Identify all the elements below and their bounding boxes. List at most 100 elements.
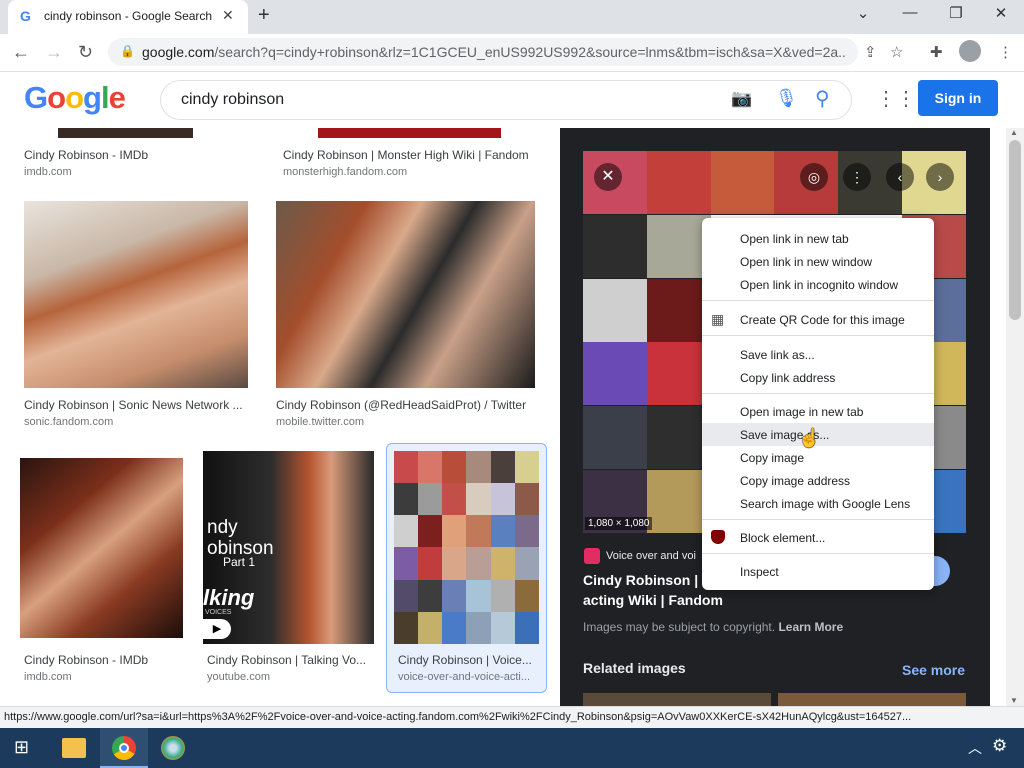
- result-thumb[interactable]: [24, 201, 248, 388]
- menu-open-link-incognito[interactable]: Open link in incognito window: [702, 273, 934, 296]
- lock-icon[interactable]: 🔒: [120, 44, 135, 58]
- bookmark-star-icon[interactable]: ☆: [890, 43, 903, 61]
- result-thumb-video[interactable]: ndy obinson Part 1 lking VOICES ▶: [203, 451, 374, 644]
- result-caption[interactable]: Cindy Robinson | Sonic News Network ...: [24, 398, 250, 412]
- menu-create-qr-code[interactable]: ▦ Create QR Code for this image: [702, 308, 934, 331]
- result-caption[interactable]: Cindy Robinson | Monster High Wiki | Fan…: [283, 148, 543, 162]
- result-card-selected[interactable]: Cindy Robinson | Voice... voice-over-and…: [386, 443, 547, 693]
- play-icon[interactable]: ▶: [203, 619, 231, 639]
- search-query[interactable]: cindy robinson: [181, 91, 284, 109]
- menu-inspect[interactable]: Inspect: [702, 560, 934, 583]
- close-window-button[interactable]: ✕: [981, 4, 1021, 28]
- result-source[interactable]: monsterhigh.fandom.com: [283, 166, 543, 178]
- kebab-menu-icon[interactable]: ⋮: [998, 43, 1013, 61]
- fandom-site-icon: [584, 548, 600, 564]
- hand-cursor-icon: ☝: [798, 428, 821, 448]
- close-preview-icon[interactable]: ✕: [594, 163, 622, 191]
- back-arrow-icon[interactable]: ←: [12, 42, 30, 63]
- result-thumb[interactable]: [276, 201, 535, 388]
- learn-more-link[interactable]: Learn More: [778, 620, 843, 634]
- close-tab-icon[interactable]: ✕: [222, 7, 234, 24]
- search-icon[interactable]: ⚲: [815, 86, 830, 111]
- result-thumb-partial[interactable]: [318, 128, 501, 138]
- menu-copy-image[interactable]: Copy image: [702, 446, 934, 469]
- menu-block-element[interactable]: Block element...: [702, 526, 934, 549]
- apps-grid-icon[interactable]: ⋮⋮: [876, 86, 916, 111]
- windows-start-icon[interactable]: ⊞: [14, 737, 29, 758]
- result-source[interactable]: voice-over-and-voice-acti...: [398, 671, 538, 683]
- result-caption[interactable]: Cindy Robinson - IMDb: [24, 653, 184, 667]
- thumb-overlay-text: Part 1: [223, 555, 256, 569]
- related-images-heading: Related images: [583, 660, 686, 676]
- context-menu: Open link in new tab Open link in new wi…: [702, 218, 934, 590]
- menu-separator: [702, 335, 934, 336]
- menu-separator: [702, 300, 934, 301]
- result-caption[interactable]: Cindy Robinson | Talking Vo...: [207, 653, 377, 667]
- preview-title-line1[interactable]: Cindy Robinson | V: [583, 572, 711, 588]
- browser-app-icon[interactable]: [161, 736, 185, 760]
- google-favicon-icon: G: [20, 8, 31, 24]
- menu-separator: [702, 393, 934, 394]
- result-source[interactable]: youtube.com: [207, 671, 377, 683]
- status-url: https://www.google.com/url?sa=i&url=http…: [4, 711, 912, 723]
- result-source[interactable]: imdb.com: [24, 671, 184, 683]
- menu-open-link-new-tab[interactable]: Open link in new tab: [702, 227, 934, 250]
- sign-in-button[interactable]: Sign in: [918, 80, 998, 116]
- menu-search-google-lens[interactable]: Search image with Google Lens: [702, 492, 934, 515]
- scrollbar-thumb[interactable]: [1009, 140, 1021, 320]
- see-more-link[interactable]: See more: [902, 662, 965, 678]
- minimize-button[interactable]: —: [890, 4, 930, 28]
- chrome-icon-center: [119, 743, 129, 753]
- result-thumb[interactable]: [20, 458, 183, 638]
- share-icon[interactable]: ⇪: [864, 43, 877, 61]
- image-dimensions: 1,080 × 1,080: [585, 517, 653, 530]
- result-caption[interactable]: Cindy Robinson (@RedHeadSaidProt) / Twit…: [276, 398, 540, 412]
- result-source[interactable]: sonic.fandom.com: [24, 416, 250, 428]
- menu-open-image-new-tab[interactable]: Open image in new tab: [702, 400, 934, 423]
- scroll-down-icon[interactable]: ▼: [1010, 696, 1018, 705]
- google-logo[interactable]: Google: [24, 80, 126, 116]
- menu-save-link-as[interactable]: Save link as...: [702, 343, 934, 366]
- result-caption[interactable]: Cindy Robinson - IMDb: [24, 148, 264, 162]
- result-thumb-collage[interactable]: [394, 451, 539, 644]
- qr-code-icon: ▦: [711, 311, 725, 327]
- result-thumb-partial[interactable]: [58, 128, 193, 138]
- related-thumb[interactable]: [778, 693, 966, 706]
- system-tray-chevron-icon[interactable]: ︿: [968, 738, 982, 758]
- camera-icon[interactable]: 📷: [731, 89, 752, 109]
- more-options-icon[interactable]: ⋮: [843, 163, 871, 191]
- microphone-icon[interactable]: 🎙: [775, 88, 798, 109]
- next-image-icon[interactable]: ›: [926, 163, 954, 191]
- result-caption[interactable]: Cindy Robinson | Voice...: [398, 653, 538, 667]
- scroll-up-icon[interactable]: ▲: [1010, 128, 1018, 137]
- result-source[interactable]: mobile.twitter.com: [276, 416, 540, 428]
- restore-button[interactable]: ❐: [936, 4, 976, 28]
- preview-site-name[interactable]: Voice over and voi: [606, 550, 696, 562]
- previous-image-icon[interactable]: ‹: [886, 163, 914, 191]
- menu-separator: [702, 553, 934, 554]
- menu-copy-link-address[interactable]: Copy link address: [702, 366, 934, 389]
- lens-search-icon[interactable]: ◎: [800, 163, 828, 191]
- result-source[interactable]: imdb.com: [24, 166, 264, 178]
- file-explorer-icon[interactable]: [62, 738, 86, 758]
- menu-open-link-new-window[interactable]: Open link in new window: [702, 250, 934, 273]
- preview-title-line2[interactable]: acting Wiki | Fandom: [583, 592, 723, 608]
- ublock-icon: [711, 530, 725, 544]
- tab-search-chevron-icon[interactable]: ⌄: [843, 4, 883, 28]
- tab-title: cindy robinson - Google Search: [44, 9, 213, 23]
- profile-avatar[interactable]: [959, 40, 981, 62]
- address-bar[interactable]: 🔒 google.com/search?q=cindy+robinson&rlz…: [108, 38, 858, 66]
- new-tab-button[interactable]: +: [258, 4, 270, 27]
- extensions-puzzle-icon[interactable]: ✚: [930, 43, 943, 61]
- chrome-taskbar-button[interactable]: [100, 728, 148, 768]
- search-input[interactable]: cindy robinson 📷 🎙 ⚲: [160, 80, 852, 120]
- settings-gear-icon[interactable]: ⚙: [992, 736, 1007, 756]
- url-text[interactable]: google.com/search?q=cindy+robinson&rlz=1…: [142, 44, 847, 60]
- image-results: Cindy Robinson - IMDb imdb.com Cindy Rob…: [0, 128, 560, 706]
- forward-arrow-icon[interactable]: →: [45, 42, 63, 63]
- browser-tab[interactable]: G cindy robinson - Google Search ✕: [8, 0, 248, 34]
- menu-copy-image-address[interactable]: Copy image address: [702, 469, 934, 492]
- reload-icon[interactable]: ↻: [78, 42, 93, 63]
- status-bar: https://www.google.com/url?sa=i&url=http…: [0, 706, 1024, 728]
- related-thumb[interactable]: [583, 693, 771, 706]
